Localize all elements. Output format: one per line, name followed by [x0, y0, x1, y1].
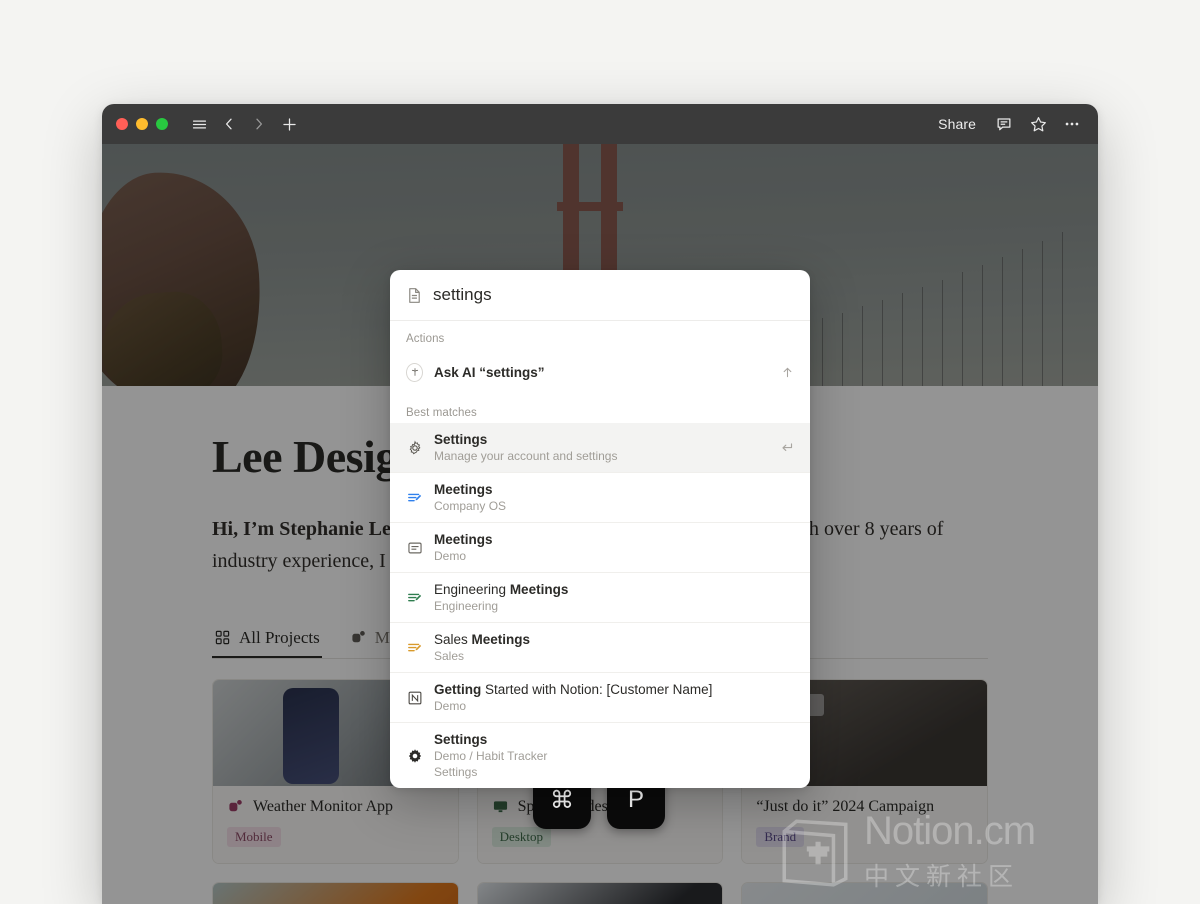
- result-title-match: Meetings: [510, 582, 569, 597]
- return-arrow-icon: [780, 441, 794, 455]
- result-subtitle-2: Settings: [434, 765, 547, 779]
- result-subtitle: Demo / Habit Tracker: [434, 749, 547, 763]
- search-result-row[interactable]: Meetings Demo: [390, 522, 810, 572]
- notion-page-icon: [406, 689, 423, 706]
- close-window-button[interactable]: [116, 118, 128, 130]
- result-title: Meetings: [434, 532, 493, 547]
- arrow-up-icon: [781, 366, 794, 379]
- search-input-bar[interactable]: settings: [390, 270, 810, 321]
- result-title: Meetings: [434, 482, 506, 497]
- meeting-notes-icon: [406, 639, 423, 656]
- ask-ai-label: Ask AI “settings”: [434, 365, 545, 380]
- traffic-lights: [116, 118, 168, 130]
- result-title: Settings: [434, 432, 617, 447]
- chevron-left-icon[interactable]: [216, 111, 242, 137]
- result-title-row: Getting Started with Notion: [Customer N…: [434, 682, 712, 697]
- meeting-notes-icon: [406, 589, 423, 606]
- section-label-actions: Actions: [390, 321, 810, 349]
- search-input[interactable]: settings: [433, 285, 492, 305]
- result-subtitle: Engineering: [434, 599, 568, 613]
- result-subtitle: Company OS: [434, 499, 506, 513]
- result-title: Settings: [434, 732, 547, 747]
- database-card-icon: [406, 539, 423, 556]
- gear-solid-icon: [406, 747, 423, 764]
- search-result-row[interactable]: Engineering Meetings Engineering: [390, 572, 810, 622]
- ask-ai-row[interactable]: Ask AI “settings”: [390, 349, 810, 395]
- meeting-notes-icon: [406, 489, 423, 506]
- nav-icon-group: [186, 111, 302, 137]
- search-result-row[interactable]: Sales Meetings Sales: [390, 622, 810, 672]
- result-title-prefix: Engineering: [434, 582, 510, 597]
- hamburger-menu-icon[interactable]: [186, 111, 212, 137]
- result-title-row: Sales Meetings: [434, 632, 530, 647]
- result-title-match: Getting: [434, 682, 481, 697]
- result-title-row: Engineering Meetings: [434, 582, 568, 597]
- gear-icon: [406, 439, 423, 456]
- result-subtitle: Sales: [434, 649, 530, 663]
- result-title-prefix: Sales: [434, 632, 472, 647]
- result-subtitle: Demo: [434, 699, 712, 713]
- search-result-row[interactable]: Settings Manage your account and setting…: [390, 423, 810, 472]
- share-button[interactable]: Share: [932, 113, 982, 135]
- search-result-row[interactable]: Getting Started with Notion: [Customer N…: [390, 672, 810, 722]
- search-result-row[interactable]: Meetings Company OS: [390, 472, 810, 522]
- comment-icon[interactable]: [992, 112, 1016, 136]
- ellipsis-icon[interactable]: [1060, 112, 1084, 136]
- ai-sparkle-icon: [406, 364, 423, 381]
- result-title-suffix: Started with Notion: [Customer Name]: [481, 682, 712, 697]
- document-icon: [406, 287, 423, 304]
- result-subtitle: Manage your account and settings: [434, 449, 617, 463]
- minimize-window-button[interactable]: [136, 118, 148, 130]
- titlebar-actions: Share: [932, 112, 1084, 136]
- result-title-match: Meetings: [472, 632, 531, 647]
- chevron-right-icon[interactable]: [246, 111, 272, 137]
- result-subtitle: Demo: [434, 549, 493, 563]
- zoom-window-button[interactable]: [156, 118, 168, 130]
- search-modal: settings Actions Ask AI “settings” Best …: [390, 270, 810, 788]
- titlebar: Share: [102, 104, 1098, 144]
- search-result-row[interactable]: Settings Demo / Habit Tracker Settings: [390, 722, 810, 788]
- section-label-best-matches: Best matches: [390, 395, 810, 423]
- plus-icon[interactable]: [276, 111, 302, 137]
- star-icon[interactable]: [1026, 112, 1050, 136]
